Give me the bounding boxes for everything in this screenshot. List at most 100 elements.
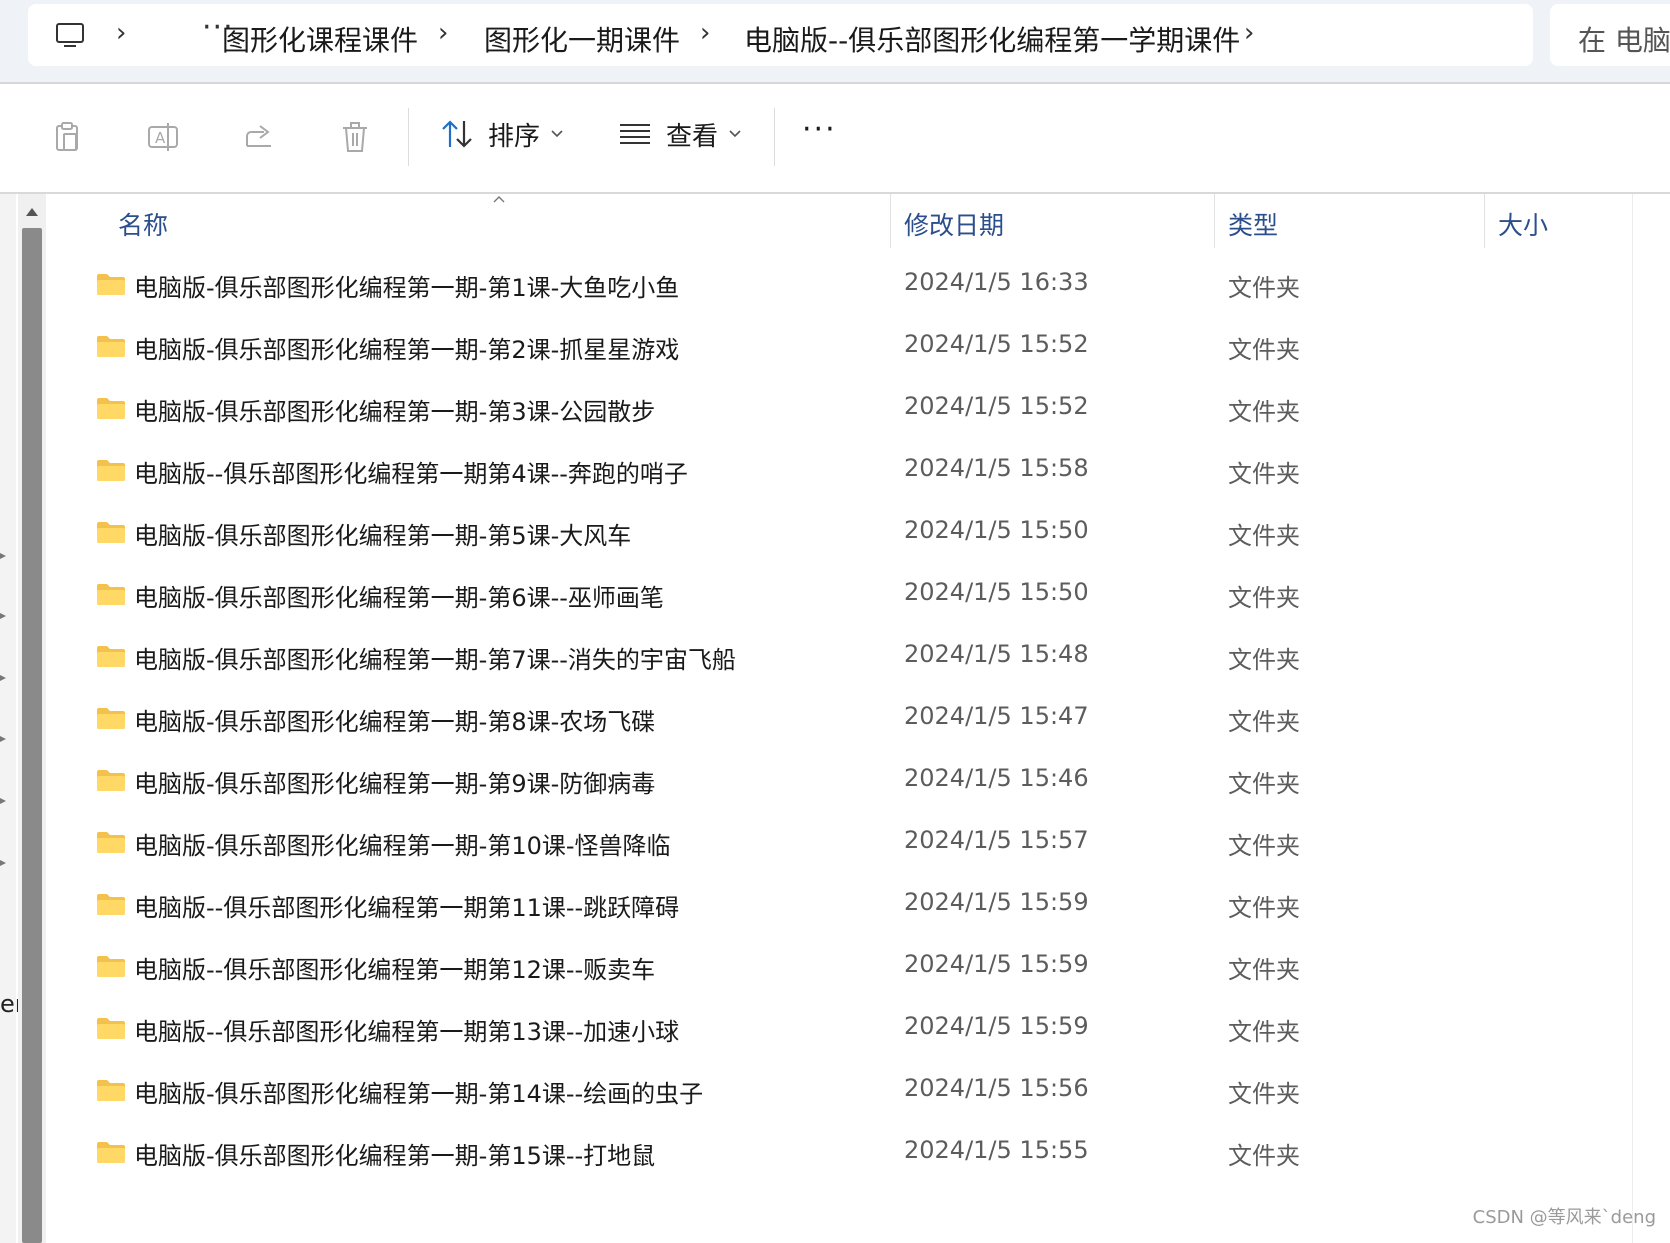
scroll-up-arrow-icon[interactable] bbox=[26, 208, 38, 216]
view-list-icon bbox=[620, 124, 650, 144]
pin-icon bbox=[0, 798, 6, 804]
file-date: 2024/1/5 15:46 bbox=[904, 764, 1089, 792]
column-divider[interactable] bbox=[1214, 194, 1215, 248]
file-date: 2024/1/5 15:52 bbox=[904, 330, 1089, 358]
file-type: 文件夹 bbox=[1228, 274, 1300, 302]
column-header-type-label: 类型 bbox=[1228, 211, 1279, 240]
folder-icon bbox=[97, 1080, 125, 1101]
list-item[interactable]: 电脑版--俱乐部图形化编程第一期第4课--奔跑的哨子 2024/1/5 15:58… bbox=[50, 440, 1632, 502]
list-item[interactable]: 电脑版-俱乐部图形化编程第一期-第5课-大风车 2024/1/5 15:50 文件夹 bbox=[50, 502, 1632, 564]
file-type: 文件夹 bbox=[1228, 832, 1300, 860]
file-date: 2024/1/5 15:52 bbox=[904, 392, 1089, 420]
folder-icon bbox=[97, 770, 125, 791]
more-options-button[interactable]: ··· bbox=[802, 112, 837, 147]
breadcrumb-separator[interactable]: › bbox=[1244, 18, 1254, 48]
pin-icon bbox=[0, 553, 6, 559]
vertical-scrollbar[interactable] bbox=[18, 194, 46, 1243]
column-header-type[interactable]: 类型 bbox=[1216, 194, 1484, 248]
breadcrumb-separator[interactable]: › bbox=[116, 18, 126, 48]
folder-icon bbox=[97, 398, 125, 419]
file-name: 电脑版-俱乐部图形化编程第一期-第3课-公园散步 bbox=[134, 398, 656, 426]
delete-icon[interactable] bbox=[336, 118, 374, 156]
file-type: 文件夹 bbox=[1228, 584, 1300, 612]
breadcrumb-item-phase-one[interactable]: 图形化一期课件 bbox=[484, 19, 680, 59]
column-divider bbox=[1632, 194, 1633, 1243]
file-name: 电脑版--俱乐部图形化编程第一期第11课--跳跃障碍 bbox=[134, 894, 680, 922]
list-item[interactable]: 电脑版--俱乐部图形化编程第一期第13课--加速小球 2024/1/5 15:59… bbox=[50, 998, 1632, 1060]
file-date: 2024/1/5 15:50 bbox=[904, 578, 1089, 606]
file-type: 文件夹 bbox=[1228, 646, 1300, 674]
file-type: 文件夹 bbox=[1228, 956, 1300, 984]
file-date: 2024/1/5 15:59 bbox=[904, 888, 1089, 916]
file-type: 文件夹 bbox=[1228, 460, 1300, 488]
column-divider[interactable] bbox=[1484, 194, 1485, 248]
column-divider[interactable] bbox=[890, 194, 891, 248]
folder-icon bbox=[97, 956, 125, 977]
share-icon[interactable] bbox=[240, 118, 278, 156]
list-item[interactable]: 电脑版-俱乐部图形化编程第一期-第7课--消失的宇宙飞船 2024/1/5 15:… bbox=[50, 626, 1632, 688]
breadcrumb-separator[interactable]: › bbox=[438, 18, 448, 48]
list-item[interactable]: 电脑版--俱乐部图形化编程第一期第12课--贩卖车 2024/1/5 15:59 文… bbox=[50, 936, 1632, 998]
rename-icon[interactable]: A bbox=[144, 118, 182, 156]
list-item[interactable]: 电脑版-俱乐部图形化编程第一期-第14课--绘画的虫子 2024/1/5 15:5… bbox=[50, 1060, 1632, 1122]
folder-icon bbox=[97, 1018, 125, 1039]
svg-text:A: A bbox=[155, 129, 166, 147]
folder-icon bbox=[97, 460, 125, 481]
folder-icon bbox=[97, 708, 125, 729]
scrollbar-thumb[interactable] bbox=[22, 228, 42, 1243]
address-bar[interactable]: › ··· 图形化课程课件 › 图形化一期课件 › 电脑版--俱乐部图形化编程第… bbox=[28, 4, 1533, 66]
this-pc-icon[interactable] bbox=[54, 20, 86, 52]
breadcrumb-item-current-folder[interactable]: 电脑版--俱乐部图形化编程第一学期课件 bbox=[744, 19, 1240, 59]
paste-icon[interactable] bbox=[48, 118, 86, 156]
sort-icon bbox=[442, 120, 472, 148]
file-type: 文件夹 bbox=[1228, 770, 1300, 798]
list-item[interactable]: 电脑版-俱乐部图形化编程第一期-第6课--巫师画笔 2024/1/5 15:50 文… bbox=[50, 564, 1632, 626]
list-item[interactable]: 电脑版-俱乐部图形化编程第一期-第2课-抓星星游戏 2024/1/5 15:52 文… bbox=[50, 316, 1632, 378]
folder-icon bbox=[97, 522, 125, 543]
file-name: 电脑版--俱乐部图形化编程第一期第12课--贩卖车 bbox=[134, 956, 656, 984]
breadcrumb-item-course-ware[interactable]: 图形化课程课件 bbox=[222, 19, 418, 59]
folder-icon bbox=[97, 646, 125, 667]
file-date: 2024/1/5 15:58 bbox=[904, 454, 1089, 482]
view-button[interactable]: 查看 bbox=[618, 112, 742, 156]
file-date: 2024/1/5 15:55 bbox=[904, 1136, 1089, 1164]
column-header-name[interactable]: 名称 bbox=[50, 194, 890, 248]
list-item[interactable]: 电脑版--俱乐部图形化编程第一期第11课--跳跃障碍 2024/1/5 15:59… bbox=[50, 874, 1632, 936]
breadcrumb-separator[interactable]: › bbox=[700, 18, 710, 48]
list-item[interactable]: 电脑版-俱乐部图形化编程第一期-第9课-防御病毒 2024/1/5 15:46 文件… bbox=[50, 750, 1632, 812]
file-type: 文件夹 bbox=[1228, 522, 1300, 550]
column-header-date[interactable]: 修改日期 bbox=[892, 194, 1212, 248]
list-item[interactable]: 电脑版-俱乐部图形化编程第一期-第3课-公园散步 2024/1/5 15:52 文件… bbox=[50, 378, 1632, 440]
file-type: 文件夹 bbox=[1228, 398, 1300, 426]
file-date: 2024/1/5 15:48 bbox=[904, 640, 1089, 668]
search-placeholder: 在 电脑 bbox=[1578, 24, 1670, 57]
address-bar-area: › ··· 图形化课程课件 › 图形化一期课件 › 电脑版--俱乐部图形化编程第… bbox=[0, 0, 1670, 82]
column-header-date-label: 修改日期 bbox=[904, 211, 1005, 240]
column-header-size-label: 大小 bbox=[1498, 211, 1549, 240]
pin-icon bbox=[0, 736, 6, 742]
file-name: 电脑版-俱乐部图形化编程第一期-第8课-农场飞碟 bbox=[134, 708, 656, 736]
file-date: 2024/1/5 15:50 bbox=[904, 516, 1089, 544]
column-header-name-label: 名称 bbox=[118, 211, 169, 240]
file-type: 文件夹 bbox=[1228, 1080, 1300, 1108]
list-item[interactable]: 电脑版-俱乐部图形化编程第一期-第10课-怪兽降临 2024/1/5 15:57 文… bbox=[50, 812, 1632, 874]
list-item[interactable]: 电脑版-俱乐部图形化编程第一期-第15课--打地鼠 2024/1/5 15:55 文… bbox=[50, 1122, 1632, 1184]
file-date: 2024/1/5 15:56 bbox=[904, 1074, 1089, 1102]
search-box[interactable]: 在 电脑 bbox=[1550, 4, 1670, 66]
file-name: 电脑版-俱乐部图形化编程第一期-第2课-抓星星游戏 bbox=[134, 336, 680, 364]
sort-button[interactable]: 排序 bbox=[440, 112, 564, 156]
chevron-down-icon bbox=[551, 130, 563, 138]
file-name: 电脑版-俱乐部图形化编程第一期-第5课-大风车 bbox=[134, 522, 632, 550]
file-name: 电脑版-俱乐部图形化编程第一期-第7课--消失的宇宙飞船 bbox=[134, 646, 736, 674]
file-name: 电脑版--俱乐部图形化编程第一期第13课--加速小球 bbox=[134, 1018, 680, 1046]
folder-icon bbox=[97, 274, 125, 295]
file-name: 电脑版--俱乐部图形化编程第一期第4课--奔跑的哨子 bbox=[134, 460, 688, 488]
file-date: 2024/1/5 15:59 bbox=[904, 1012, 1089, 1040]
column-header-size[interactable]: 大小 bbox=[1486, 194, 1632, 248]
list-item[interactable]: 电脑版-俱乐部图形化编程第一期-第8课-农场飞碟 2024/1/5 15:47 文件… bbox=[50, 688, 1632, 750]
file-date: 2024/1/5 16:33 bbox=[904, 268, 1089, 296]
file-type: 文件夹 bbox=[1228, 336, 1300, 364]
command-bar: A 排序 查看 ··· bbox=[0, 84, 1670, 192]
folder-icon bbox=[97, 832, 125, 853]
list-item[interactable]: 电脑版-俱乐部图形化编程第一期-第1课-大鱼吃小鱼 2024/1/5 16:33 文… bbox=[50, 254, 1632, 316]
